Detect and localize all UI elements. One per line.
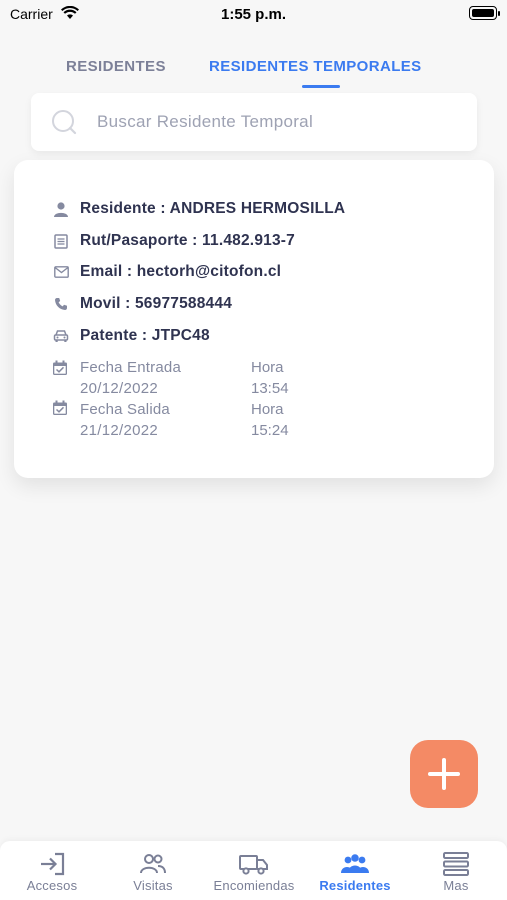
tabbar-label: Mas	[443, 878, 469, 893]
tabbar-label: Residentes	[319, 878, 391, 893]
exit-date-value: 21/12/2022	[80, 422, 159, 439]
rut-row: Rut/Pasaporte : 11.482.913-7	[52, 229, 295, 253]
exit-time-value: 15:24	[251, 422, 289, 439]
search-input[interactable]	[97, 105, 457, 139]
exit-date-label: Fecha Salida	[80, 401, 170, 418]
tab-residentes-temporales[interactable]: RESIDENTES TEMPORALES	[209, 58, 422, 75]
resident-name: Residente : ANDRES HERMOSILLA	[80, 200, 346, 217]
entry-time-label: Hora	[251, 359, 284, 376]
tabbar-item-accesos[interactable]: Accesos	[14, 841, 90, 900]
mail-icon	[52, 263, 70, 281]
tabbar-item-visitas[interactable]: Visitas	[115, 841, 191, 900]
resident-rut: Rut/Pasaporte : 11.482.913-7	[80, 232, 295, 249]
tabbar-item-mas[interactable]: Mas	[426, 841, 486, 900]
email-row: Email : hectorh@citofon.cl	[52, 260, 281, 284]
search-bar	[31, 93, 477, 151]
active-tab-indicator	[302, 85, 340, 88]
entry-date-label: Fecha Entrada	[80, 359, 181, 376]
battery-icon	[469, 6, 500, 20]
group-icon	[340, 851, 370, 877]
phone-icon	[52, 295, 70, 313]
person-icon	[52, 200, 70, 218]
exit-time-label: Hora	[251, 401, 284, 418]
clock: 1:55 p.m.	[220, 6, 287, 23]
tab-residentes[interactable]: RESIDENTES	[66, 58, 166, 75]
segment-tabs: RESIDENTES RESIDENTES TEMPORALES	[0, 55, 507, 91]
add-temporary-resident-button[interactable]	[410, 740, 478, 808]
search-icon	[51, 109, 77, 140]
plus-icon	[428, 758, 460, 790]
resident-email: Email : hectorh@citofon.cl	[80, 263, 282, 280]
status-bar: Carrier 1:55 p.m.	[0, 0, 507, 30]
bottom-tab-bar: Accesos Visitas Encomiendas Residentes M…	[0, 841, 507, 900]
truck-icon	[239, 851, 269, 877]
resident-card[interactable]: Residente : ANDRES HERMOSILLA Rut/Pasapo…	[14, 160, 494, 478]
entry-date-value: 20/12/2022	[80, 380, 159, 397]
car-icon	[52, 327, 70, 345]
calendar-icon	[52, 400, 70, 418]
resident-plate: Patente : JTPC48	[80, 327, 210, 344]
menu-icon	[442, 851, 470, 877]
calendar-icon	[52, 360, 70, 378]
tabbar-label: Visitas	[133, 878, 173, 893]
plate-row: Patente : JTPC48	[52, 324, 210, 348]
login-icon	[38, 851, 66, 877]
id-card-icon	[52, 232, 70, 250]
tabbar-label: Accesos	[26, 878, 78, 893]
phone-row: Movil : 56977588444	[52, 292, 232, 316]
users-icon	[139, 851, 167, 877]
resident-phone: Movil : 56977588444	[80, 295, 233, 312]
entry-time-value: 13:54	[251, 380, 289, 397]
tabbar-label: Encomiendas	[213, 878, 295, 893]
resident-name-row: Residente : ANDRES HERMOSILLA	[52, 197, 345, 221]
tabbar-item-encomiendas[interactable]: Encomiendas	[204, 841, 304, 900]
tabbar-item-residentes[interactable]: Residentes	[315, 841, 395, 900]
